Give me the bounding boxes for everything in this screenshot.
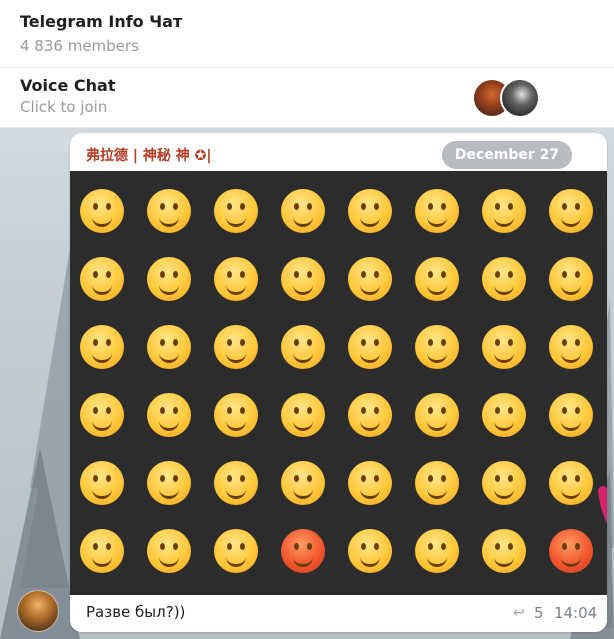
emoji-icon	[549, 257, 593, 301]
emoji-icon	[80, 461, 124, 505]
emoji-icon	[482, 461, 526, 505]
emoji-icon	[415, 529, 459, 573]
sender-avatar[interactable]	[17, 590, 59, 632]
emoji-icon	[348, 529, 392, 573]
emoji-icon	[415, 257, 459, 301]
emoji-icon	[214, 393, 258, 437]
date-pill: December 27	[442, 141, 572, 169]
emoji-icon	[415, 461, 459, 505]
emoji-icon	[415, 325, 459, 369]
voice-chat-banner[interactable]: Voice Chat Click to join	[0, 68, 614, 128]
emoji-icon	[549, 189, 593, 233]
chat-header[interactable]: Telegram Info Чат 4 836 members	[0, 0, 614, 68]
emoji-icon	[281, 529, 325, 573]
emoji-icon	[549, 325, 593, 369]
emoji-icon	[147, 325, 191, 369]
emoji-icon	[80, 393, 124, 437]
emoji-icon	[147, 393, 191, 437]
emoji-icon	[482, 257, 526, 301]
emoji-icon	[281, 189, 325, 233]
emoji-icon	[80, 529, 124, 573]
emoji-icon	[281, 393, 325, 437]
emoji-icon	[147, 189, 191, 233]
emoji-icon	[80, 189, 124, 233]
emoji-icon	[214, 461, 258, 505]
emoji-icon	[482, 325, 526, 369]
emoji-icon	[214, 529, 258, 573]
emoji-icon	[348, 257, 392, 301]
emoji-icon	[482, 529, 526, 573]
voice-chat-title: Voice Chat	[20, 76, 116, 95]
emoji-icon	[281, 257, 325, 301]
chat-title: Telegram Info Чат	[20, 12, 183, 31]
highlight-stroke	[598, 486, 607, 524]
emoji-icon	[147, 461, 191, 505]
message-text-row: Разве был?)) ↩ 5 14:04	[70, 595, 607, 632]
emoji-icon	[348, 461, 392, 505]
emoji-icon	[214, 257, 258, 301]
emoji-icon	[549, 393, 593, 437]
message-bubble[interactable]: 弗拉德 | 神秘 神 ✪| December 27 Разве был?)) ↩…	[70, 133, 607, 632]
emoji-image[interactable]	[70, 171, 607, 595]
participant-avatar	[500, 78, 540, 118]
emoji-icon	[549, 529, 593, 573]
message-text: Разве был?))	[86, 603, 186, 621]
emoji-icon	[80, 257, 124, 301]
members-count: 4 836 members	[20, 37, 139, 55]
emoji-icon	[415, 189, 459, 233]
emoji-icon	[147, 257, 191, 301]
reply-sender-name[interactable]: 弗拉德 | 神秘 神 ✪|	[86, 145, 211, 165]
emoji-icon	[214, 325, 258, 369]
emoji-icon	[348, 393, 392, 437]
message-time: 14:04	[554, 604, 598, 622]
emoji-icon	[281, 325, 325, 369]
emoji-icon	[348, 325, 392, 369]
emoji-icon	[482, 189, 526, 233]
emoji-icon	[147, 529, 191, 573]
emoji-icon	[482, 393, 526, 437]
emoji-icon	[549, 461, 593, 505]
emoji-icon	[415, 393, 459, 437]
emoji-icon	[214, 189, 258, 233]
emoji-icon	[348, 189, 392, 233]
reply-count[interactable]: 5	[534, 604, 544, 622]
reply-icon[interactable]: ↩	[513, 605, 529, 621]
emoji-icon	[80, 325, 124, 369]
emoji-icon	[281, 461, 325, 505]
voice-chat-subtitle: Click to join	[20, 98, 108, 116]
